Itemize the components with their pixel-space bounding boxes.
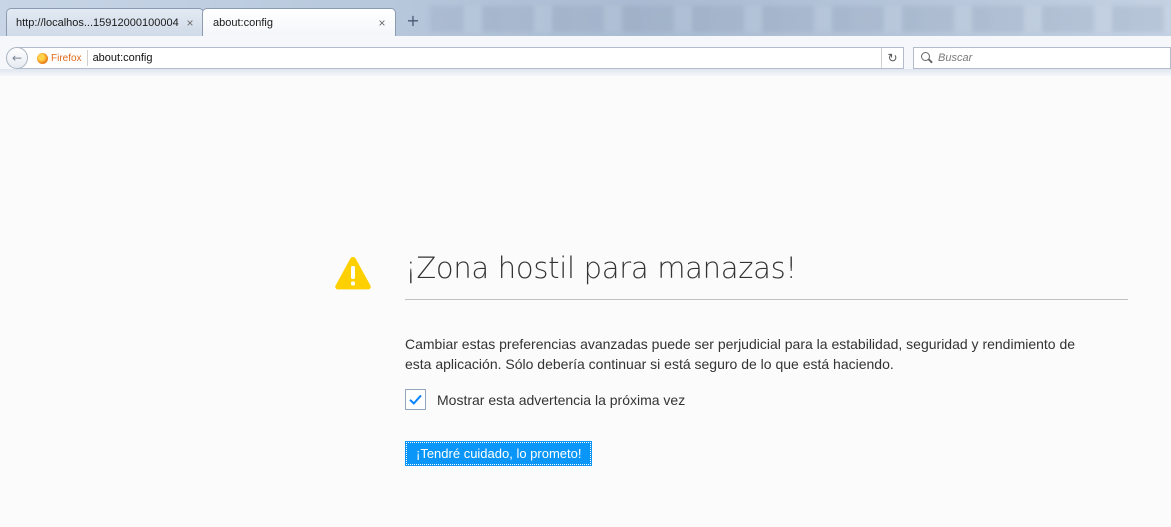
show-warning-checkbox[interactable] [405,389,426,410]
url-bar[interactable]: Firefox about:config ↻ [18,47,904,69]
identity-box[interactable]: Firefox [19,50,88,66]
back-arrow-icon: ← [11,51,23,65]
warning-icon [335,257,371,290]
url-input[interactable]: about:config [88,52,881,64]
identity-label: Firefox [51,52,82,64]
tab-title: http://localhos...15912000100004 [16,16,179,29]
new-tab-button[interactable]: + [402,11,424,31]
back-button[interactable]: ← [6,47,28,69]
show-warning-label: Mostrar esta advertencia la próxima vez [437,391,686,408]
show-warning-option[interactable]: Mostrar esta advertencia la próxima vez [405,389,685,410]
nav-bar: Firefox about:config ↻ ← Buscar [0,36,1171,76]
accept-risk-button[interactable]: ¡Tendré cuidado, lo prometo! [404,441,593,466]
search-input[interactable]: Buscar [913,47,1171,69]
checkmark-icon [409,394,422,405]
firefox-logo-icon [37,52,48,64]
tab-localhost[interactable]: http://localhos...15912000100004 × [6,8,204,36]
title-divider [405,299,1128,300]
tab-title: about:config [213,16,273,29]
reload-button[interactable]: ↻ [881,48,903,68]
page-content: ¡Zona hostil para manazas! Cambiar estas… [0,77,1171,527]
search-placeholder: Buscar [938,52,973,64]
page-title: ¡Zona hostil para manazas! [405,251,797,285]
close-icon[interactable]: × [181,16,199,30]
warning-description: Cambiar estas preferencias avanzadas pue… [405,336,1076,372]
tab-strip: http://localhos...15912000100004 × about… [0,0,1171,36]
close-icon[interactable]: × [373,16,391,30]
tab-about-config[interactable]: about:config × [202,8,396,36]
search-icon [920,51,934,65]
reload-icon: ↻ [887,51,898,65]
